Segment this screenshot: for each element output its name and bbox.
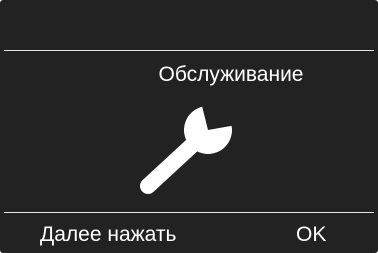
footer-divider	[4, 212, 374, 213]
softkey-ok-button[interactable]: OK	[296, 222, 326, 248]
header-divider	[4, 50, 374, 51]
softkey-next-button[interactable]: Далее нажать	[40, 222, 176, 248]
status-bar	[0, 0, 378, 50]
display-screen: Обслуживание Далее нажать OK	[0, 0, 378, 253]
menu-title: Обслуживание	[158, 63, 304, 86]
wrench-icon	[140, 98, 242, 202]
